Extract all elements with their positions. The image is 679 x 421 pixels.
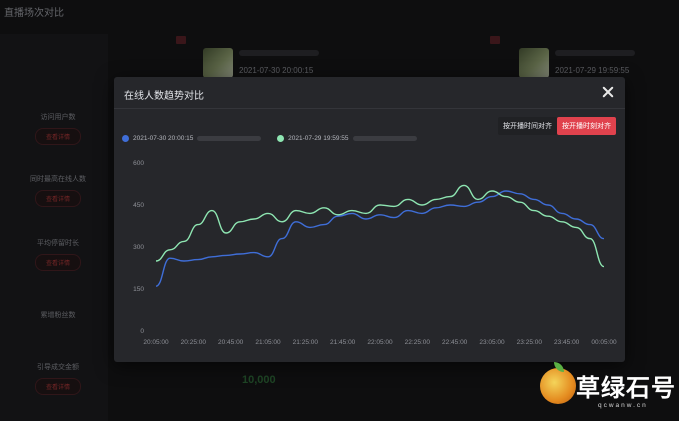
x-tick-label: 00:05:00 — [591, 339, 617, 346]
watermark: 草绿石号 qcwanw.cn — [540, 362, 676, 418]
close-icon[interactable] — [601, 85, 615, 99]
chart-legend: 2021-07-30 20:00:15 2021-07-29 19:59:55 — [122, 135, 431, 144]
x-tick-label: 21:05:00 — [255, 339, 281, 346]
watermark-logo-icon — [540, 368, 576, 404]
y-tick-label: 450 — [133, 202, 144, 209]
legend-name-blurred — [197, 136, 262, 141]
trend-modal: 在线人数趋势对比 按开播时间对齐 按开播时刻对齐 2021-07-30 20:0… — [114, 77, 625, 362]
modal-title: 在线人数趋势对比 — [124, 91, 204, 102]
trend-chart: 0 150 300 450 600 20:05:00 20:25:00 20:45:00 21:… — [133, 160, 617, 346]
y-tick-label: 600 — [133, 160, 144, 167]
legend-label: 2021-07-30 20:00:15 — [133, 135, 194, 142]
series-line-1 — [155, 184, 605, 268]
x-tick-label: 22:45:00 — [442, 339, 468, 346]
align-by-start-moment-button[interactable]: 按开播时刻对齐 — [557, 117, 616, 135]
legend-dot-green — [277, 135, 285, 142]
legend-dot-blue — [122, 135, 129, 142]
x-tick-label: 21:25:00 — [293, 339, 319, 346]
legend-item[interactable]: 2021-07-30 20:00:15 — [122, 135, 262, 142]
legend-label: 2021-07-29 19:59:55 — [288, 135, 349, 142]
x-tick-label: 20:45:00 — [218, 339, 244, 346]
x-tick-label: 20:25:00 — [181, 339, 207, 346]
legend-name-blurred — [352, 136, 417, 141]
divider — [114, 108, 625, 109]
align-by-start-time-button[interactable]: 按开播时间对齐 — [498, 117, 557, 135]
legend-item[interactable]: 2021-07-29 19:59:55 — [277, 135, 417, 142]
y-tick-label: 0 — [140, 328, 144, 335]
x-tick-label: 22:25:00 — [405, 339, 431, 346]
x-tick-label: 23:25:00 — [517, 339, 543, 346]
watermark-url: qcwanw.cn — [598, 402, 648, 409]
x-tick-label: 23:05:00 — [479, 339, 505, 346]
x-tick-label: 20:05:00 — [143, 339, 169, 346]
x-tick-label: 22:05:00 — [367, 339, 393, 346]
page: 直播场次对比 访问用户数 查看详情 同时最高在线人数 查看详情 平均停留时长 查… — [0, 0, 679, 421]
x-tick-label: 23:45:00 — [554, 339, 580, 346]
y-tick-label: 150 — [133, 286, 144, 293]
watermark-text: 草绿石号 — [576, 374, 676, 402]
x-tick-label: 21:45:00 — [330, 339, 356, 346]
y-tick-label: 300 — [133, 244, 144, 251]
